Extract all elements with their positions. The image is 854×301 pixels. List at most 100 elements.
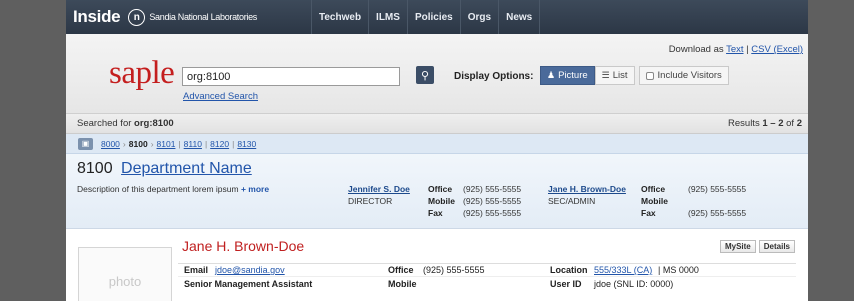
userid-label: User ID (550, 279, 582, 289)
mysite-button[interactable]: MySite (719, 240, 756, 253)
breadcrumb-separator: › (150, 138, 154, 149)
searched-for: Searched for org:8100 (77, 118, 174, 129)
contact-admin: Jane H. Brown-Doe SEC/ADMIN (548, 183, 626, 207)
breadcrumb-separator: | (178, 138, 181, 149)
office-label: Office (428, 184, 453, 194)
results-of: of (786, 118, 795, 129)
breadcrumb-separator: | (232, 138, 235, 149)
person-icon: ♟ (547, 70, 556, 80)
location-link[interactable]: 555/333L (CA) (594, 264, 652, 277)
breadcrumb-separator: › (122, 138, 126, 149)
contact-role: DIRECTOR (348, 196, 393, 206)
include-visitors-toggle[interactable]: Include Visitors (638, 66, 729, 85)
mobile-phone (688, 195, 746, 207)
nav-link-news[interactable]: News (498, 0, 541, 34)
person-card: photo Jane H. Brown-Doe MySite Details E… (66, 229, 808, 301)
results-range: 1 – 2 (762, 118, 784, 129)
department-number: 8100 (77, 160, 113, 177)
photo-placeholder: photo (78, 247, 172, 301)
display-options-label: Display Options: (454, 71, 534, 82)
picture-view-button[interactable]: ♟ Picture (540, 66, 595, 85)
org-chart-icon[interactable]: ▣ (78, 137, 93, 150)
details-button[interactable]: Details (758, 240, 795, 253)
sandia-logo-icon: n (128, 8, 146, 26)
office-phone: (925) 555-5555 (688, 184, 747, 194)
results-total: 2 (796, 118, 802, 129)
breadcrumb-item-8110[interactable]: 8110 (184, 139, 202, 149)
contact-name-link[interactable]: Jennifer S. Doe (348, 183, 410, 195)
office-label: Office (641, 184, 666, 194)
nav-link-orgs[interactable]: Orgs (459, 0, 498, 34)
contact-name-link[interactable]: Jane H. Brown-Doe (548, 183, 626, 195)
office-phone: (925) 555-5555 (423, 265, 485, 275)
fax-number: (925) 555-5555 (463, 208, 522, 218)
download-prefix: Download as (668, 44, 724, 55)
results-prefix: Results (728, 118, 760, 129)
person-info-row: Email jdoe@sandia.gov Office (925) 555-5… (178, 263, 796, 277)
download-csv-link[interactable]: CSV (Excel) (751, 44, 803, 55)
include-visitors-checkbox[interactable] (645, 71, 654, 80)
list-view-button[interactable]: ☰ List (594, 66, 635, 85)
breadcrumb-separator: | (204, 138, 208, 149)
search-input[interactable] (182, 67, 400, 86)
email-link[interactable]: jdoe@sandia.gov (215, 264, 285, 277)
department-title: 8100 Department Name (77, 160, 252, 178)
description-text: Description of this department lorem ips… (77, 184, 239, 194)
department-description: Description of this department lorem ips… (77, 184, 269, 194)
contact-labels: Office Mobile Fax (641, 183, 668, 219)
breadcrumb-item-8101[interactable]: 8101 (157, 139, 176, 149)
job-title: Senior Management Assistant (184, 279, 313, 289)
fax-label: Fax (428, 208, 443, 218)
saple-logo[interactable]: saple (109, 55, 175, 92)
nav-link-ilms[interactable]: ILMS (368, 0, 407, 34)
app-window: Inside n Sandia National Laboratories Te… (66, 0, 808, 301)
breadcrumb-item-8120[interactable]: 8120 (210, 139, 229, 149)
mobile-phone: (925) 555-5555 (463, 196, 522, 206)
contact-role: SEC/ADMIN (548, 196, 596, 206)
download-links: Download as Text | CSV (Excel) (669, 44, 803, 55)
nav-links: Techweb ILMS Policies Orgs News (311, 0, 541, 34)
department-name-link[interactable]: Department Name (121, 160, 252, 177)
department-panel: 8100 Department Name Description of this… (66, 154, 808, 229)
contact-values: (925) 555-5555 (925) 555-5555 (925) 555-… (463, 183, 521, 219)
download-text-link[interactable]: Text (726, 44, 743, 55)
contact-labels: Office Mobile Fax (428, 183, 455, 219)
email-label: Email (184, 265, 209, 275)
more-link[interactable]: + more (241, 184, 269, 194)
fax-number: (925) 555-5555 (688, 208, 747, 218)
nav-link-techweb[interactable]: Techweb (311, 0, 368, 34)
search-summary: Searched for org:8100 Results 1 – 2 of 2 (66, 114, 808, 134)
person-info-row: Senior Management Assistant Mobile User … (178, 278, 796, 292)
mobile-label: Mobile (641, 196, 668, 206)
brand[interactable]: Inside n Sandia National Laboratories (66, 7, 311, 27)
searched-term: org:8100 (134, 118, 174, 129)
office-phone: (925) 555-5555 (463, 184, 522, 194)
breadcrumb-item-8000[interactable]: 8000 (101, 139, 120, 149)
org-breadcrumb: ▣ 8000 › 8100 › 8101 | 8110 | 8120 | 813… (66, 134, 808, 154)
nav-link-policies[interactable]: Policies (406, 0, 460, 34)
breadcrumb-item-8100: 8100 (128, 138, 148, 149)
picture-label: Picture (558, 70, 588, 81)
results-count: Results 1 – 2 of 2 (728, 118, 802, 129)
contact-director: Jennifer S. Doe DIRECTOR (348, 183, 410, 207)
top-navigation-bar: Inside n Sandia National Laboratories Te… (66, 0, 808, 34)
userid-value: jdoe (SNL ID: 0000) (594, 279, 674, 289)
location-label: Location (550, 265, 588, 275)
brand-name: Inside (73, 7, 121, 26)
include-visitors-label: Include Visitors (657, 70, 722, 81)
advanced-search-link[interactable]: Advanced Search (183, 91, 258, 102)
contact-values: (925) 555-5555 (925) 555-5555 (688, 183, 746, 219)
magnifier-icon: ⚲ (420, 69, 430, 82)
mobile-label: Mobile (388, 279, 417, 289)
display-options: ♟ Picture ☰ List Include Visitors (540, 66, 729, 85)
download-divider: | (746, 44, 749, 55)
list-icon: ☰ (601, 70, 610, 80)
person-name[interactable]: Jane H. Brown-Doe (182, 238, 304, 254)
breadcrumb-item-8130[interactable]: 8130 (237, 139, 256, 149)
office-label: Office (388, 265, 414, 275)
fax-label: Fax (641, 208, 656, 218)
person-actions: MySite Details (719, 240, 795, 253)
location-mailstop: | MS 0000 (658, 265, 699, 275)
mobile-label: Mobile (428, 196, 455, 206)
search-button[interactable]: ⚲ (416, 66, 434, 84)
